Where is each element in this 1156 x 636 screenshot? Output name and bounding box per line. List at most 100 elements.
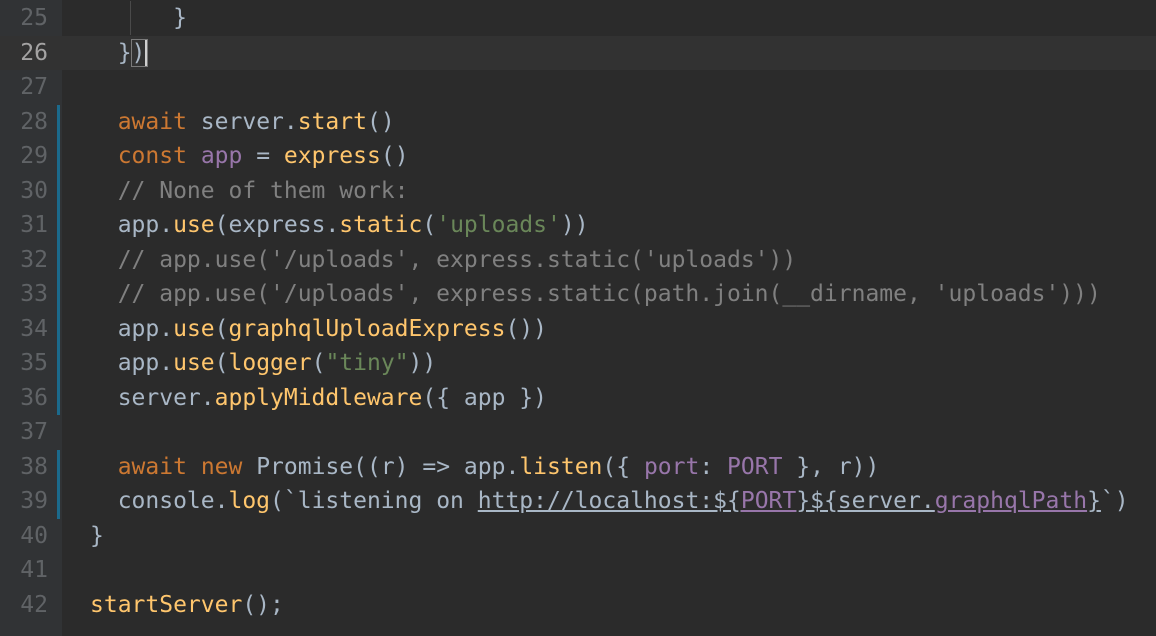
code-token: applyMiddleware [214, 384, 423, 411]
code-line[interactable]: 39 console.log(`listening on http://loca… [0, 484, 1156, 519]
code-token: ( [214, 315, 229, 342]
code-line[interactable]: 33 // app.use('/uploads', express.static… [0, 277, 1156, 312]
line-number: 40 [20, 522, 48, 549]
code-line[interactable]: 40} [0, 519, 1156, 554]
code-text: server.applyMiddleware({ app }) [90, 381, 547, 416]
code-token: (); [242, 591, 284, 618]
code-text: await new Promise((r) => app.listen({ po… [90, 450, 880, 485]
code-text: // None of them work: [90, 174, 409, 209]
code-line[interactable]: 27 [0, 70, 1156, 105]
code-text: await server.start() [90, 105, 395, 140]
code-token: } [90, 522, 104, 549]
code-token: ({ [602, 453, 644, 480]
line-number: 27 [20, 74, 48, 100]
code-text: console.log(`listening on http://localho… [90, 484, 1129, 519]
code-token: use [173, 315, 215, 342]
code-text: // app.use('/uploads', express.static('u… [90, 243, 797, 278]
code-text: app.use(express.static('uploads')) [90, 208, 589, 243]
change-marker[interactable] [57, 484, 60, 519]
code-token: ( [422, 212, 437, 238]
code-token: "tiny" [325, 350, 409, 376]
code-token: () [380, 143, 409, 169]
code-token: ()) [505, 315, 547, 342]
code-token: app [200, 143, 243, 169]
line-number: 28 [20, 108, 48, 135]
code-token: // None of them work: [90, 177, 409, 204]
code-line[interactable]: 28 await server.start() [0, 104, 1156, 140]
code-token: server. [186, 108, 298, 135]
line-number: 37 [20, 419, 48, 445]
code-token: console. [90, 488, 229, 514]
code-line[interactable]: 35 app.use(logger("tiny")) [0, 346, 1156, 381]
change-marker[interactable] [57, 242, 60, 277]
code-token: )) [408, 350, 437, 376]
code-line[interactable]: 38 await new Promise((r) => app.listen({… [0, 449, 1156, 485]
cursor-bracket[interactable]: ) [130, 38, 149, 67]
code-line[interactable]: 41 [0, 553, 1156, 588]
code-token: } [90, 39, 132, 66]
code-line[interactable]: 36 server.applyMiddleware({ app }) [0, 380, 1156, 416]
line-number: 31 [20, 212, 48, 238]
change-marker[interactable] [57, 104, 60, 139]
code-token: app. [90, 315, 174, 342]
code-token: PORT [727, 453, 783, 480]
code-token: : [699, 453, 728, 480]
change-marker[interactable] [57, 139, 60, 174]
line-number: 32 [20, 246, 48, 273]
line-number: 33 [20, 281, 48, 307]
code-line[interactable]: 30 // None of them work: [0, 173, 1156, 209]
code-token: 'uploads' [436, 212, 561, 238]
change-marker[interactable] [57, 311, 60, 346]
code-token: graphqlUploadExpress [228, 315, 506, 342]
code-line[interactable]: 29 const app = express() [0, 139, 1156, 174]
change-marker[interactable] [57, 277, 60, 312]
code-editor[interactable]: 25 } 26 }) 27 28 await server.start() 29 con… [0, 0, 1156, 636]
change-marker[interactable] [57, 208, 60, 243]
line-number: 29 [20, 143, 48, 169]
code-token: ({ app }) [422, 384, 547, 411]
line-number: 38 [20, 453, 48, 480]
code-token: log [228, 488, 271, 514]
change-marker[interactable] [57, 346, 60, 381]
code-text: // app.use('/uploads', express.static(pa… [90, 277, 1101, 312]
code-token: start [297, 108, 367, 135]
code-token: }${server. [796, 488, 935, 514]
line-number: 25 [20, 5, 48, 31]
code-token: logger [228, 350, 312, 376]
code-text: app.use(graphqlUploadExpress()) [90, 312, 547, 347]
change-marker[interactable] [57, 173, 60, 208]
code-token: }, r)) [782, 453, 880, 480]
code-token: `) [1100, 488, 1129, 514]
line-number: 35 [20, 350, 48, 376]
code-text: } [90, 1, 187, 36]
code-line[interactable]: 25 } [0, 1, 1156, 36]
line-number: 42 [20, 591, 48, 618]
code-token: Promise((r) => app. [242, 453, 520, 480]
code-line[interactable]: 31 app.use(express.static('uploads')) [0, 208, 1156, 243]
code-token: static [339, 212, 423, 238]
code-text: }) [90, 36, 149, 71]
change-marker[interactable] [57, 449, 60, 484]
code-token: use [173, 212, 215, 238]
code-line[interactable]: 26 }) [0, 35, 1156, 71]
code-text: const app = express() [90, 139, 409, 174]
code-line[interactable]: 37 [0, 415, 1156, 450]
code-token: await [117, 108, 187, 135]
code-line[interactable]: 34 app.use(graphqlUploadExpress()) [0, 311, 1156, 347]
code-token: () [366, 108, 395, 135]
code-line[interactable]: 32 // app.use('/uploads', express.static… [0, 242, 1156, 278]
line-number: 26 [20, 39, 48, 66]
code-text: } [90, 519, 104, 554]
code-token: ( [214, 350, 229, 376]
code-token: http://localhost:${ [477, 488, 741, 514]
code-token: } [1087, 488, 1101, 514]
code-line[interactable]: 42 startServer(); [0, 588, 1156, 623]
change-marker[interactable] [57, 380, 60, 415]
line-number: 39 [20, 488, 48, 514]
code-token: express [283, 143, 381, 169]
code-token: } [90, 5, 187, 31]
line-number: 34 [20, 315, 48, 342]
code-token: = [242, 143, 284, 169]
